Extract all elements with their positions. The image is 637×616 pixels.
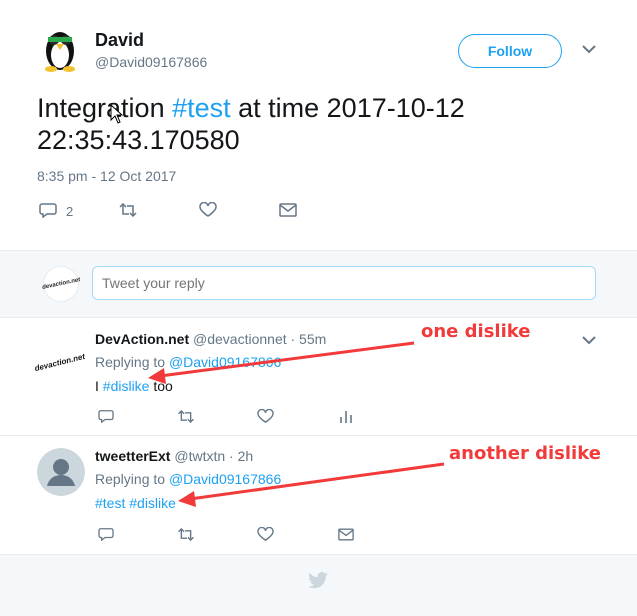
penguin-avatar[interactable] <box>37 26 83 72</box>
heart-icon[interactable] <box>257 409 274 424</box>
reply-author[interactable]: DevAction.net @devactionnet · 55m <box>95 331 326 347</box>
reply-icon[interactable] <box>98 409 114 423</box>
cursor-icon <box>110 104 124 124</box>
reply-author-name[interactable]: DevAction.net <box>95 331 189 347</box>
hashtag-link[interactable]: #dislike <box>129 495 176 511</box>
reply-text-part: I <box>95 378 103 394</box>
chevron-down-icon[interactable] <box>582 335 596 345</box>
reply-tweet[interactable]: devaction.net DevAction.net @devactionne… <box>0 318 637 436</box>
author-handle[interactable]: @David09167866 <box>95 54 207 70</box>
main-tweet: David @David09167866 Follow Integration … <box>0 0 637 250</box>
hashtag-link[interactable]: #dislike <box>103 378 150 394</box>
author-name[interactable]: David <box>95 30 144 51</box>
tweet-text: Integration #test at time 2017-10-12 22:… <box>37 92 597 156</box>
chevron-down-icon[interactable] <box>582 44 596 54</box>
replying-to: Replying to @David09167866 <box>95 471 281 487</box>
replying-prefix: Replying to <box>95 354 169 370</box>
follow-button[interactable]: Follow <box>458 34 562 68</box>
logo-text: devaction.net <box>41 277 81 291</box>
analytics-icon[interactable] <box>339 409 353 424</box>
hashtag-link[interactable]: #test <box>172 93 231 123</box>
reply-count: 2 <box>66 204 74 219</box>
reply-text: I #dislike too <box>95 378 173 394</box>
conversation-footer <box>0 555 637 616</box>
reply-author-handle[interactable]: @devactionnet · 55m <box>193 331 326 347</box>
avatar-text: devaction.net <box>33 351 87 373</box>
retweet-icon[interactable] <box>177 410 195 423</box>
reply-author[interactable]: tweetterExt @twtxtn · 2h <box>95 448 253 464</box>
hashtag-link[interactable]: #test <box>95 495 125 511</box>
reply-icon[interactable] <box>98 527 114 541</box>
heart-icon[interactable] <box>257 527 274 542</box>
mention-link[interactable]: @David09167866 <box>169 471 281 487</box>
default-avatar[interactable] <box>37 448 85 496</box>
reply-author-name[interactable]: tweetterExt <box>95 448 170 464</box>
message-icon[interactable] <box>279 203 297 217</box>
retweet-icon[interactable] <box>177 528 195 541</box>
tweet-text-part: Integration <box>37 93 173 123</box>
reply-text: #test #dislike <box>95 495 176 511</box>
retweet-icon[interactable] <box>119 203 137 217</box>
heart-icon[interactable] <box>199 202 217 218</box>
reply-author-handle[interactable]: @twtxtn · 2h <box>174 448 253 464</box>
replying-to: Replying to @David09167866 <box>95 354 281 370</box>
reply-text-part: too <box>149 378 173 394</box>
tweet-timestamp[interactable]: 8:35 pm - 12 Oct 2017 <box>37 168 176 184</box>
twitter-bird-icon <box>308 572 328 589</box>
annotation-another-dislike: another dislike <box>449 443 601 464</box>
reply-input[interactable] <box>92 266 596 300</box>
message-icon[interactable] <box>338 528 354 541</box>
mention-link[interactable]: @David09167866 <box>169 354 281 370</box>
annotation-one-dislike: one dislike <box>421 321 531 342</box>
devaction-avatar[interactable]: devaction.net <box>33 338 87 386</box>
reply-icon[interactable] <box>39 202 57 218</box>
replying-prefix: Replying to <box>95 471 169 487</box>
devaction-logo: devaction.net <box>41 266 81 302</box>
